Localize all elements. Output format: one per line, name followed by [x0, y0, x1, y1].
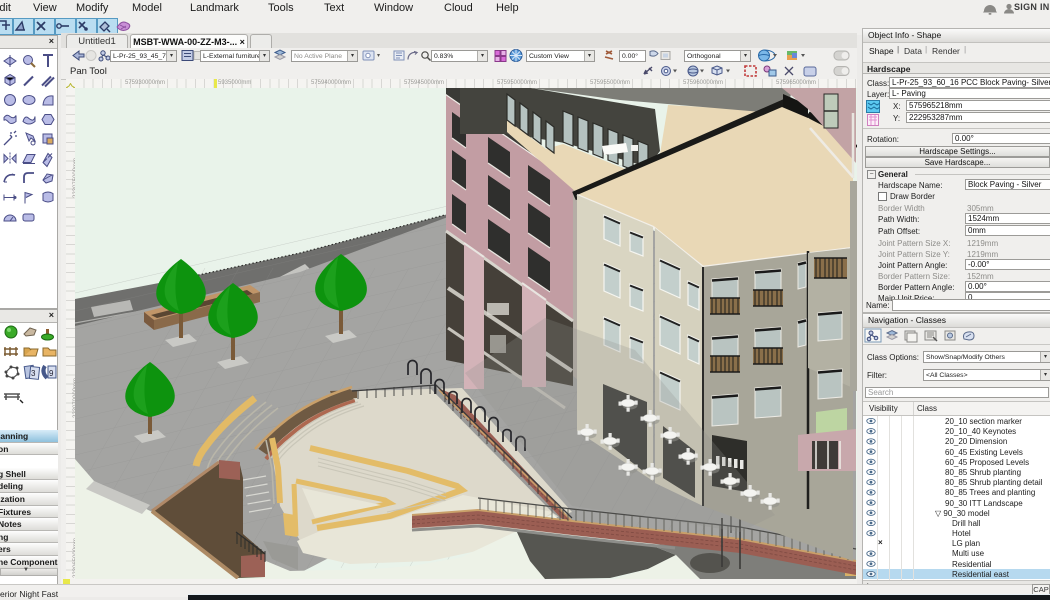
svg-text:3: 3	[31, 369, 36, 378]
svg-text:9: 9	[49, 369, 54, 378]
